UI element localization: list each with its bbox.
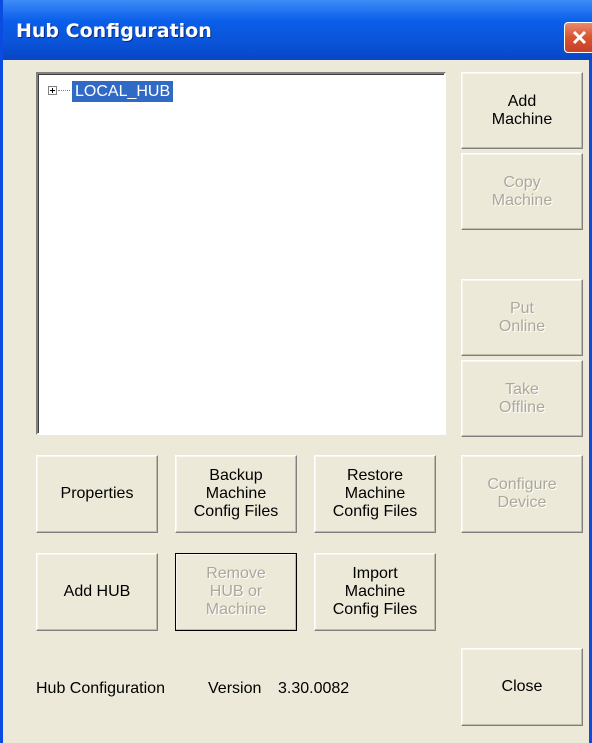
tree-connector-line <box>58 90 72 91</box>
backup-config-button[interactable]: Backup Machine Config Files <box>175 455 297 533</box>
close-x-icon[interactable] <box>564 22 592 53</box>
put-online-button[interactable]: Put Online <box>461 279 583 356</box>
footer-version-label: Version <box>208 680 262 697</box>
properties-button[interactable]: Properties <box>36 455 158 533</box>
take-offline-button[interactable]: Take Offline <box>461 360 583 437</box>
tree-node-local-hub[interactable]: LOCAL_HUB <box>70 80 175 103</box>
tree-inner: LOCAL_HUB <box>38 74 444 433</box>
add-hub-button[interactable]: Add HUB <box>36 553 158 631</box>
window-title: Hub Configuration <box>16 20 212 42</box>
close-x-glyph <box>572 30 587 45</box>
plus-expander-icon[interactable] <box>48 86 57 95</box>
remove-hub-or-machine-button[interactable]: Remove HUB or Machine <box>175 553 297 631</box>
configure-device-button[interactable]: Configure Device <box>461 455 583 533</box>
close-button[interactable]: Close <box>461 648 583 726</box>
import-config-button[interactable]: Import Machine Config Files <box>314 553 436 631</box>
hub-tree-view[interactable]: LOCAL_HUB <box>36 72 446 435</box>
copy-machine-button[interactable]: Copy Machine <box>461 153 583 230</box>
restore-config-button[interactable]: Restore Machine Config Files <box>314 455 436 533</box>
title-bar[interactable]: Hub Configuration <box>3 0 592 60</box>
add-machine-button[interactable]: Add Machine <box>461 72 583 149</box>
footer-version-number: 3.30.0082 <box>278 680 350 697</box>
footer-app-name: Hub Configuration <box>36 680 165 697</box>
hub-configuration-window: Hub Configuration LOCAL_HUB Add Machine … <box>0 0 592 743</box>
